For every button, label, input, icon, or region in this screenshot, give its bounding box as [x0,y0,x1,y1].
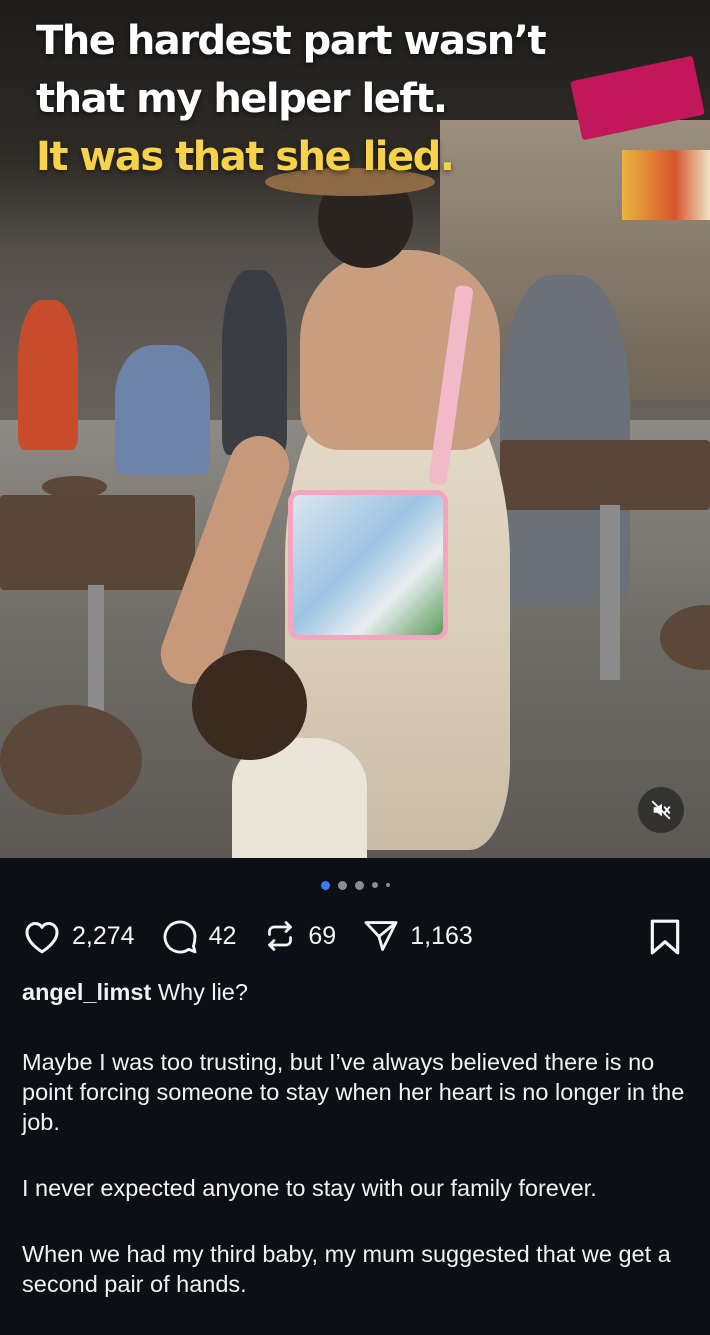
headline-line-1: The hardest part wasn’t [36,18,547,64]
headline-line-2: that my helper left. [36,76,448,122]
post-headline: The hardest part wasn’t that my helper l… [36,12,676,186]
post-actions: 2,274 42 69 1,163 [22,912,688,960]
image-woman-back [300,250,500,450]
carousel-dot-2 [337,880,347,890]
repost-count: 69 [308,921,337,950]
caption-intro: Why lie? [157,979,248,1005]
image-table-left [0,495,195,590]
share-count: 1,163 [410,921,473,950]
repost-icon [268,921,293,951]
caption-paragraph-1: Maybe I was too trusting, but I’ve alway… [22,1049,685,1135]
comment-bubble-icon [163,920,197,954]
image-stool-back [42,476,107,498]
comment-count: 42 [208,921,237,950]
caption-paragraph-3: When we had my third baby, my mum sugges… [22,1241,671,1297]
headline-line-3: It was that she lied. [36,134,455,180]
like-button[interactable]: 2,274 [22,917,135,955]
image-table-right [500,440,710,510]
caption-username[interactable]: angel_limst [22,979,151,1005]
post-caption: angel_limst Why lie? Maybe I was too tru… [22,977,697,1335]
caption-first-line: angel_limst Why lie? [22,977,697,1007]
image-handbag [288,490,448,640]
image-child-head [192,650,307,760]
image-person-worker [18,300,78,450]
image-table-right-leg [600,505,620,680]
paper-plane-icon [364,921,398,951]
speaker-muted-icon [651,800,671,820]
carousel-dot-5 [385,883,390,887]
mute-button[interactable] [638,787,684,833]
like-count: 2,274 [72,921,135,950]
caption-paragraph-2: I never expected anyone to stay with our… [22,1175,597,1201]
carousel-indicator [0,878,710,892]
image-table-left-leg [88,585,104,715]
comment-button[interactable]: 42 [161,917,237,955]
bookmark-icon [650,919,680,955]
post-image[interactable]: The hardest part wasn’t that my helper l… [0,0,710,858]
carousel-dot-3 [354,880,364,890]
carousel-dot-4 [371,882,378,888]
share-button[interactable]: 1,163 [362,917,473,955]
image-person-seated-blue [115,345,210,475]
image-stool-left [0,705,142,815]
carousel-dot-1 [320,880,330,890]
repost-button[interactable]: 69 [262,917,336,955]
heart-icon [25,922,59,954]
image-person-walking [222,270,287,455]
save-button[interactable] [648,918,682,961]
